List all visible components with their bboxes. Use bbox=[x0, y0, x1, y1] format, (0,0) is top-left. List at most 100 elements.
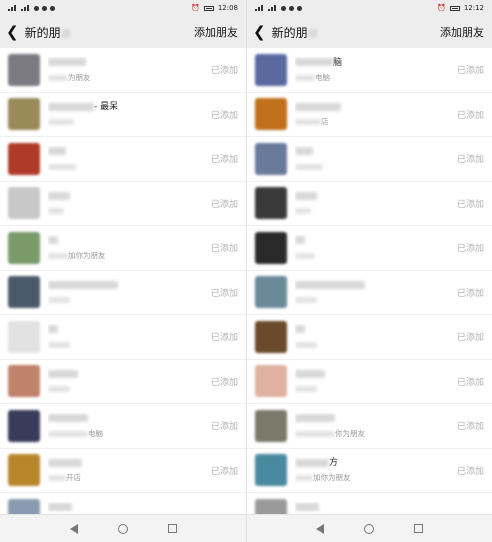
added-status-label: 已添加 bbox=[210, 66, 238, 77]
friend-request-message bbox=[48, 294, 207, 305]
wifi-icon bbox=[281, 5, 286, 11]
added-status-label: 已添加 bbox=[210, 466, 238, 477]
avatar bbox=[8, 53, 40, 86]
added-status-label: 已添加 bbox=[456, 288, 484, 299]
friend-name bbox=[295, 502, 480, 515]
friend-request-message: 开店 bbox=[48, 472, 207, 483]
app-icon bbox=[289, 5, 294, 11]
added-status-label: 已添加 bbox=[210, 422, 238, 433]
friend-request-message bbox=[295, 161, 453, 172]
phone-right: ⏰ 12:12 ❮ 新的朋 添加朋友 脑电脑 已添加店已添加 已添加 已添加 已添加 已添… bbox=[246, 0, 492, 542]
friend-request-message: 为朋友 bbox=[48, 72, 207, 83]
added-status-label: 已添加 bbox=[210, 199, 238, 210]
alarm-icon: ⏰ bbox=[437, 4, 446, 12]
friend-name bbox=[48, 190, 207, 203]
friend-request-row[interactable]: 已添加 bbox=[247, 360, 492, 404]
chevron-left-icon[interactable]: ❮ bbox=[6, 24, 19, 40]
added-status-label: 已添加 bbox=[210, 110, 238, 121]
friend-request-message: 电脑 bbox=[48, 428, 207, 439]
friend-request-row[interactable]: 已添加 bbox=[0, 271, 246, 315]
added-status-label: 已添加 bbox=[210, 288, 238, 299]
friend-request-message bbox=[295, 250, 453, 261]
friend-request-row[interactable]: 你为朋友 已添加 bbox=[247, 404, 492, 449]
avatar bbox=[255, 142, 287, 175]
recents-square-icon[interactable] bbox=[167, 524, 177, 533]
battery-icon bbox=[203, 5, 214, 11]
system-nav-bar bbox=[0, 514, 246, 542]
add-friend-button[interactable]: 添加朋友 bbox=[194, 24, 238, 40]
friend-request-row[interactable]: 方加你为朋友 已添加 bbox=[247, 449, 492, 493]
avatar bbox=[255, 98, 287, 131]
avatar bbox=[8, 454, 40, 487]
friend-request-message: 你为朋友 bbox=[295, 428, 453, 439]
back-triangle-icon[interactable] bbox=[69, 523, 78, 534]
added-status-label: 已添加 bbox=[456, 244, 484, 255]
friend-request-message: 加你为朋友 bbox=[48, 250, 207, 261]
friend-name bbox=[48, 457, 207, 470]
friend-request-message: 店 bbox=[295, 116, 453, 127]
phone-left: ⏰ 12:08 ❮ 新的朋 添加朋友 为朋友 已添加 - 最呆 已添加 已添加 已添加 加你… bbox=[0, 0, 246, 542]
added-status-label: 已添加 bbox=[210, 155, 238, 166]
status-bar: ⏰ 12:08 bbox=[0, 0, 246, 16]
friend-request-message bbox=[48, 339, 207, 350]
friend-request-row[interactable]: - 最呆 已添加 bbox=[0, 93, 246, 137]
friend-request-row[interactable]: 已添加 bbox=[247, 226, 492, 271]
friend-request-message bbox=[295, 339, 453, 350]
friend-request-message: 加你为朋友 bbox=[295, 472, 453, 483]
friend-name bbox=[295, 368, 453, 381]
friend-request-row[interactable]: 已添加 bbox=[247, 137, 492, 182]
friend-request-row[interactable]: 店已添加 bbox=[247, 93, 492, 137]
add-friend-button[interactable]: 添加朋友 bbox=[440, 24, 484, 40]
avatar bbox=[255, 409, 287, 442]
friend-name bbox=[295, 190, 453, 203]
friend-name bbox=[295, 279, 453, 292]
friend-name: 方 bbox=[295, 457, 453, 470]
home-circle-icon[interactable] bbox=[364, 523, 374, 534]
recents-square-icon[interactable] bbox=[414, 524, 423, 533]
friend-request-row[interactable]: 已添加 bbox=[0, 315, 246, 360]
friend-request-message bbox=[48, 383, 207, 394]
new-friends-list: 为朋友 已添加 - 最呆 已添加 已添加 已添加 加你为朋友 已添加 已添加 已添加 已添加 电脑 已添… bbox=[0, 48, 246, 538]
avatar bbox=[255, 320, 287, 353]
added-status-label: 已添加 bbox=[456, 466, 484, 477]
friend-request-row[interactable]: 已添加 bbox=[247, 315, 492, 360]
friend-request-row[interactable]: 已添加 bbox=[0, 137, 246, 182]
added-status-label: 已添加 bbox=[456, 377, 484, 388]
wifi-icon bbox=[34, 5, 39, 11]
avatar bbox=[255, 231, 287, 264]
signal-icon bbox=[21, 5, 31, 11]
status-time: 12:08 bbox=[217, 4, 238, 12]
friend-request-message bbox=[295, 294, 453, 305]
new-friends-list: 脑电脑 已添加店已添加 已添加 已添加 已添加 已添加 已添加 已添加 你为朋友 已添加方加你为朋… bbox=[247, 48, 492, 538]
added-status-label: 已添加 bbox=[210, 377, 238, 388]
friend-request-row[interactable]: 已添加 bbox=[247, 271, 492, 315]
friend-request-row[interactable]: 开店 已添加 bbox=[0, 449, 246, 493]
signal-icon bbox=[8, 5, 18, 11]
added-status-label: 已添加 bbox=[456, 110, 484, 121]
friend-request-row[interactable]: 已添加 bbox=[0, 360, 246, 404]
friend-name: - 最呆 bbox=[48, 101, 207, 114]
friend-request-row[interactable]: 脑电脑 已添加 bbox=[247, 48, 492, 93]
battery-icon bbox=[449, 5, 460, 11]
signal-icon bbox=[255, 5, 265, 11]
friend-name bbox=[48, 146, 207, 159]
avatar bbox=[8, 98, 40, 131]
friend-request-row[interactable]: 电脑 已添加 bbox=[0, 404, 246, 449]
friend-request-row[interactable]: 已添加 bbox=[0, 182, 246, 226]
friend-name bbox=[48, 502, 234, 515]
chevron-left-icon[interactable]: ❮ bbox=[253, 24, 266, 40]
friend-request-row[interactable]: 已添加 bbox=[247, 182, 492, 226]
friend-request-message: 电脑 bbox=[295, 72, 453, 83]
friend-name bbox=[295, 101, 453, 114]
friend-request-row[interactable]: 加你为朋友 已添加 bbox=[0, 226, 246, 271]
avatar bbox=[255, 365, 287, 398]
avatar bbox=[8, 365, 40, 398]
added-status-label: 已添加 bbox=[456, 155, 484, 166]
back-triangle-icon[interactable] bbox=[316, 523, 324, 534]
chat-icon bbox=[297, 5, 302, 11]
avatar bbox=[255, 187, 287, 220]
friend-request-row[interactable]: 为朋友 已添加 bbox=[0, 48, 246, 93]
home-circle-icon[interactable] bbox=[117, 523, 128, 534]
friend-request-message bbox=[295, 383, 453, 394]
screenshot: ⏰ 12:08 ❮ 新的朋 添加朋友 为朋友 已添加 - 最呆 已添加 已添加 已添加 加你… bbox=[0, 0, 492, 542]
